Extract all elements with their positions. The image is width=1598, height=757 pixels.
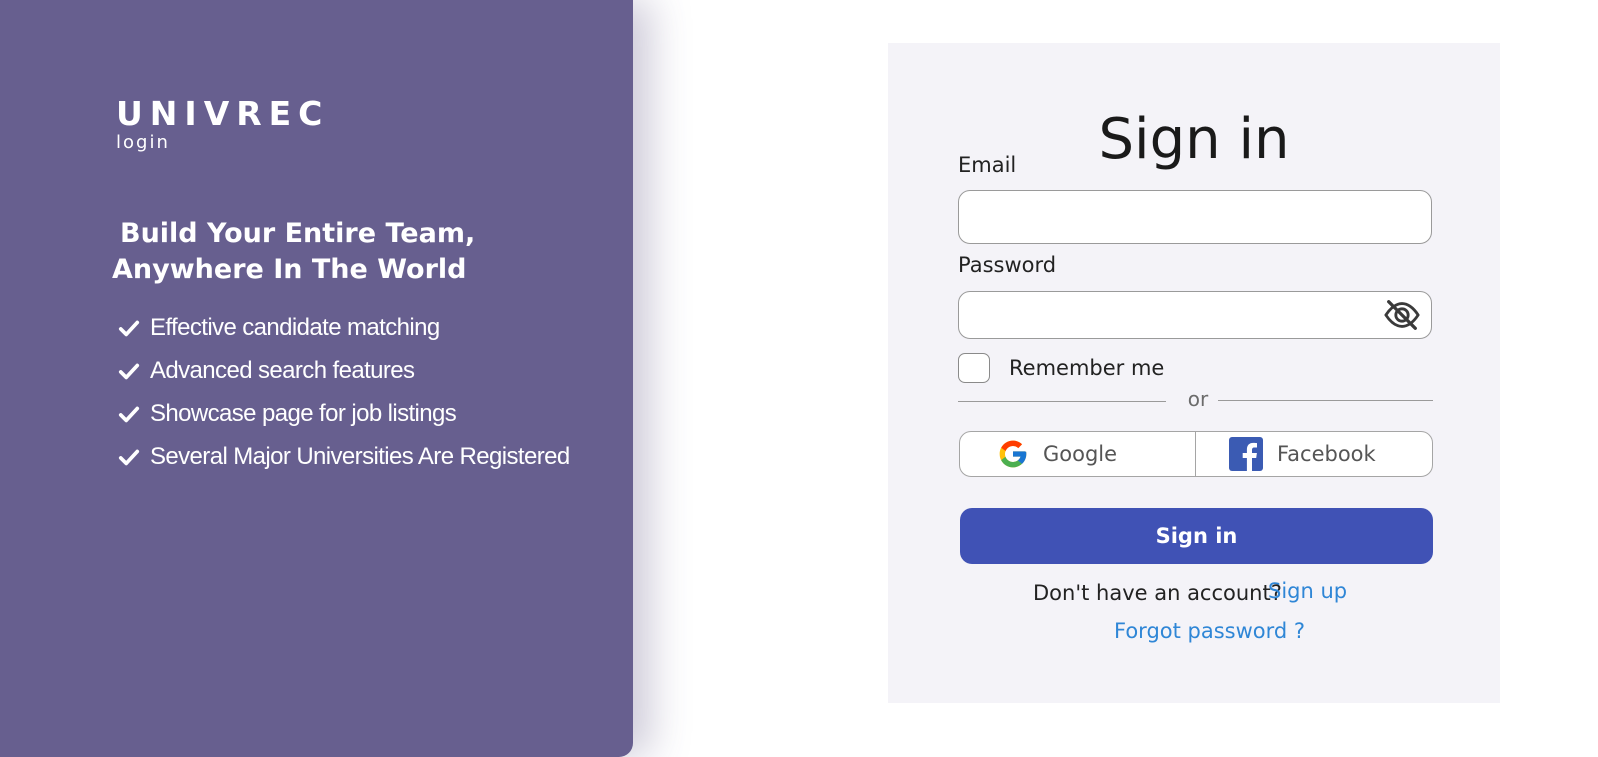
divider-or: or: [1187, 387, 1209, 411]
email-field[interactable]: [958, 190, 1432, 244]
login-page: UNIVREC login Build Your Entire Team, An…: [0, 0, 1598, 757]
signin-card: Sign in Email Password Remember me or Go…: [888, 43, 1500, 703]
google-label: Google: [1043, 442, 1118, 466]
no-account-text: Don't have an account?: [1033, 581, 1282, 605]
social-login-group: Google Facebook: [959, 431, 1433, 477]
facebook-icon: [1229, 437, 1263, 471]
headline-line-1: Build Your Entire Team,: [120, 218, 476, 249]
check-icon: [118, 446, 140, 468]
divider-line-right: [1218, 400, 1433, 401]
email-label: Email: [958, 153, 1017, 177]
eye-off-icon[interactable]: [1383, 296, 1421, 334]
feature-item: Several Major Universities Are Registere…: [118, 435, 570, 478]
brand-panel: UNIVREC login Build Your Entire Team, An…: [0, 0, 633, 757]
remember-me-label: Remember me: [1009, 356, 1165, 380]
feature-text: Showcase page for job listings: [150, 399, 457, 427]
forgot-password-link[interactable]: Forgot password ?: [1114, 619, 1305, 643]
headline: Build Your Entire Team, Anywhere In The …: [112, 216, 475, 288]
signup-link[interactable]: Sign up: [1268, 579, 1347, 603]
feature-item: Showcase page for job listings: [118, 392, 570, 435]
feature-item: Effective candidate matching: [118, 306, 570, 349]
feature-item: Advanced search features: [118, 349, 570, 392]
feature-list: Effective candidate matching Advanced se…: [118, 306, 570, 478]
check-icon: [118, 317, 140, 339]
password-field[interactable]: [958, 291, 1432, 339]
google-login-button[interactable]: Google: [960, 432, 1196, 476]
feature-text: Advanced search features: [150, 356, 415, 384]
divider-line-left: [958, 401, 1166, 402]
google-icon: [997, 438, 1029, 470]
facebook-label: Facebook: [1277, 442, 1376, 466]
password-label: Password: [958, 253, 1057, 277]
facebook-login-button[interactable]: Facebook: [1196, 432, 1432, 476]
logo-title: UNIVREC: [116, 94, 330, 133]
check-icon: [118, 360, 140, 382]
logo: UNIVREC login: [116, 94, 329, 154]
signin-button[interactable]: Sign in: [960, 508, 1433, 564]
remember-me-checkbox[interactable]: [958, 353, 990, 383]
feature-text: Effective candidate matching: [150, 313, 440, 341]
check-icon: [118, 403, 140, 425]
feature-text: Several Major Universities Are Registere…: [150, 442, 570, 470]
logo-subtitle: login: [116, 132, 170, 153]
headline-line-2: Anywhere In The World: [112, 254, 467, 285]
